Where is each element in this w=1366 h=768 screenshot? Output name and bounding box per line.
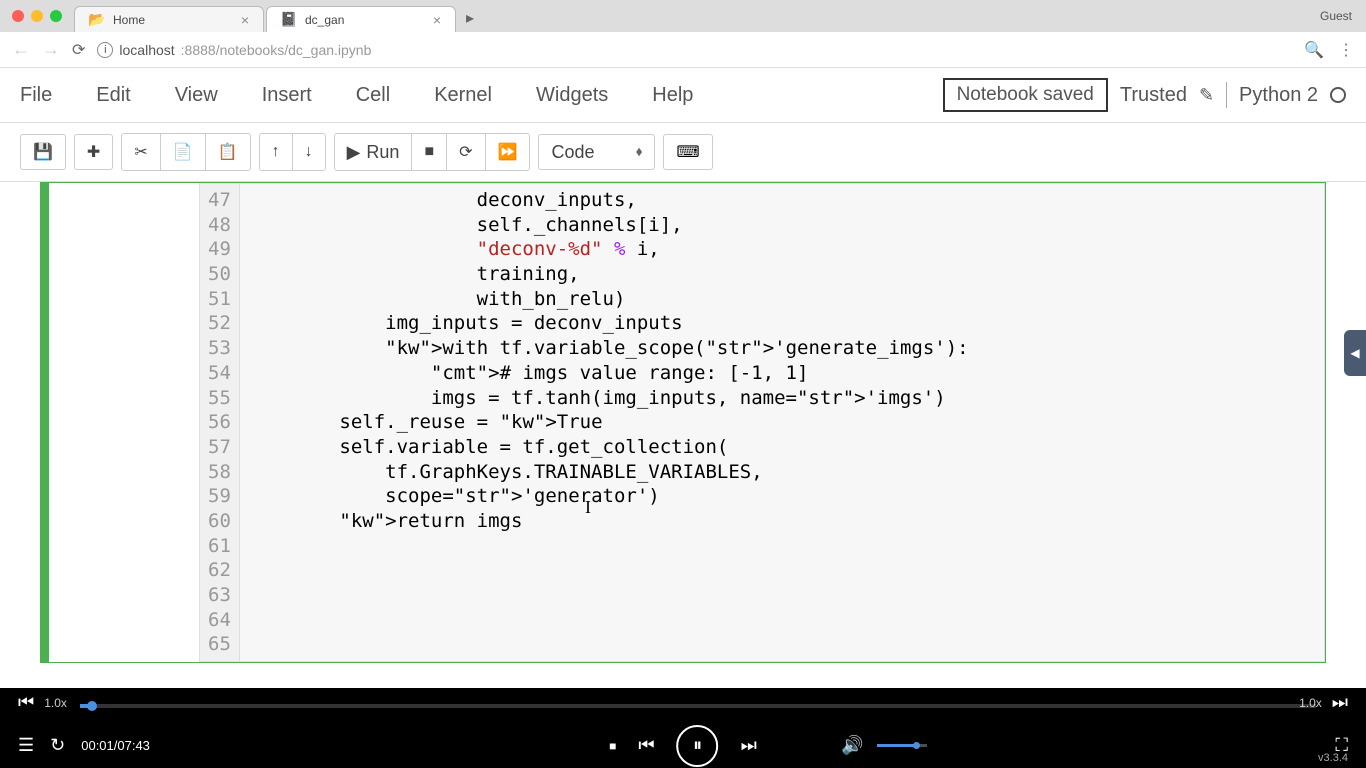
window-controls [0, 10, 74, 22]
kernel-status-icon [1330, 87, 1346, 103]
side-panel-toggle[interactable]: ◀ [1344, 330, 1366, 376]
menu-file[interactable]: File [20, 84, 52, 107]
move-down-button[interactable]: ↓ [293, 134, 325, 170]
command-palette-button[interactable]: ⌨ [663, 134, 712, 170]
menu-view[interactable]: View [175, 84, 218, 107]
volume-icon[interactable]: 🔊 [841, 735, 863, 756]
zoom-icon[interactable]: 🔍 [1304, 40, 1324, 60]
divider [1226, 82, 1227, 108]
close-tab-icon[interactable]: × [241, 12, 249, 28]
maximize-window-button[interactable] [50, 10, 62, 22]
forward-button[interactable]: → [42, 39, 60, 60]
menu-kernel[interactable]: Kernel [434, 84, 492, 107]
reload-button[interactable]: ⟳ [72, 40, 85, 60]
profile-badge[interactable]: Guest [1306, 9, 1366, 23]
next-button[interactable]: ⏭ [741, 735, 757, 756]
tab-title: Home [113, 13, 145, 27]
text-cursor: I [585, 497, 591, 518]
code-editor[interactable]: 47484950515253545556575859606162636465 d… [199, 183, 1325, 662]
cell-type-select[interactable]: Code [538, 134, 655, 170]
stop-button[interactable]: ■ [609, 739, 616, 753]
edit-icon[interactable]: ✎ [1199, 85, 1214, 106]
back-button[interactable]: ← [12, 39, 30, 60]
tab-title: dc_gan [305, 13, 344, 27]
code-cell[interactable]: 47484950515253545556575859606162636465 d… [40, 182, 1326, 663]
restart-run-all-button[interactable]: ⏩ [486, 134, 530, 170]
add-cell-button[interactable]: ✚ [74, 134, 113, 170]
list-icon[interactable]: ☰ [18, 735, 34, 756]
version-label: v3.3.4 [1318, 752, 1348, 764]
notebook-icon: 📓 [281, 12, 297, 28]
interrupt-button[interactable]: ■ [412, 134, 447, 170]
browser-tab-notebook[interactable]: 📓 dc_gan × [266, 6, 456, 32]
code-text[interactable]: deconv_inputs, self._channels[i], "decon… [240, 184, 1324, 661]
site-info-icon[interactable]: i [97, 42, 113, 58]
close-window-button[interactable] [12, 10, 24, 22]
volume-slider[interactable] [877, 744, 927, 747]
notebook-toolbar: 💾 ✚ ✂ 📄 📋 ↑ ↓ ▶ Run ■ ⟳ ⏩ Code ⌨ [0, 123, 1366, 182]
address-bar: ← → ⟳ i localhost :8888/notebooks/dc_gan.… [0, 32, 1366, 68]
cut-button[interactable]: ✂ [122, 134, 160, 170]
speed-back-button[interactable]: ⏮ [18, 692, 34, 713]
pause-button[interactable]: ⏸ [677, 725, 719, 767]
new-tab-button[interactable]: ▸ [458, 4, 482, 32]
playback-speed-left: 1.0x [44, 696, 67, 710]
run-button[interactable]: ▶ Run [335, 134, 413, 170]
copy-button[interactable]: 📄 [161, 134, 206, 170]
line-gutter: 47484950515253545556575859606162636465 [200, 184, 240, 661]
jupyter-icon: 📂 [89, 12, 105, 28]
minimize-window-button[interactable] [31, 10, 43, 22]
menu-help[interactable]: Help [652, 84, 693, 107]
video-player-controls: ⏮ 1.0x 1.0x ⏭ ☰ ↻ 00:01/07:43 ■ ⏮ ⏸ ⏭ 🔊 … [0, 688, 1366, 768]
url-field[interactable]: i localhost :8888/notebooks/dc_gan.ipynb [97, 42, 1292, 58]
input-prompt [49, 183, 199, 662]
kernel-name[interactable]: Python 2 [1239, 84, 1318, 107]
url-path: :8888/notebooks/dc_gan.ipynb [181, 42, 372, 58]
cell-edit-bar [41, 183, 49, 662]
url-host: localhost [119, 42, 174, 58]
menu-edit[interactable]: Edit [96, 84, 130, 107]
tab-bar: 📂 Home × 📓 dc_gan × ▸ [74, 0, 482, 32]
browser-tab-home[interactable]: 📂 Home × [74, 6, 264, 32]
menu-widgets[interactable]: Widgets [536, 84, 608, 107]
speed-forward-button[interactable]: ⏭ [1332, 692, 1348, 713]
move-up-button[interactable]: ↑ [260, 134, 293, 170]
notebook-menubar: File Edit View Insert Cell Kernel Widget… [0, 68, 1366, 123]
close-tab-icon[interactable]: × [433, 12, 441, 28]
notebook-body: 47484950515253545556575859606162636465 d… [0, 182, 1366, 692]
trusted-indicator[interactable]: Trusted [1120, 84, 1187, 107]
progress-bar[interactable] [80, 704, 1316, 708]
prev-button[interactable]: ⏮ [638, 735, 654, 756]
menu-insert[interactable]: Insert [262, 84, 312, 107]
save-button[interactable]: 💾 [20, 134, 66, 170]
browser-menu-icon[interactable]: ⋮ [1338, 40, 1354, 60]
menu-cell[interactable]: Cell [356, 84, 390, 107]
notebook-saved-indicator: Notebook saved [943, 78, 1108, 112]
time-display: 00:01/07:43 [81, 738, 150, 753]
loop-icon[interactable]: ↻ [50, 735, 65, 756]
restart-button[interactable]: ⟳ [447, 134, 485, 170]
browser-tab-strip: 📂 Home × 📓 dc_gan × ▸ Guest [0, 0, 1366, 32]
paste-button[interactable]: 📋 [206, 134, 250, 170]
